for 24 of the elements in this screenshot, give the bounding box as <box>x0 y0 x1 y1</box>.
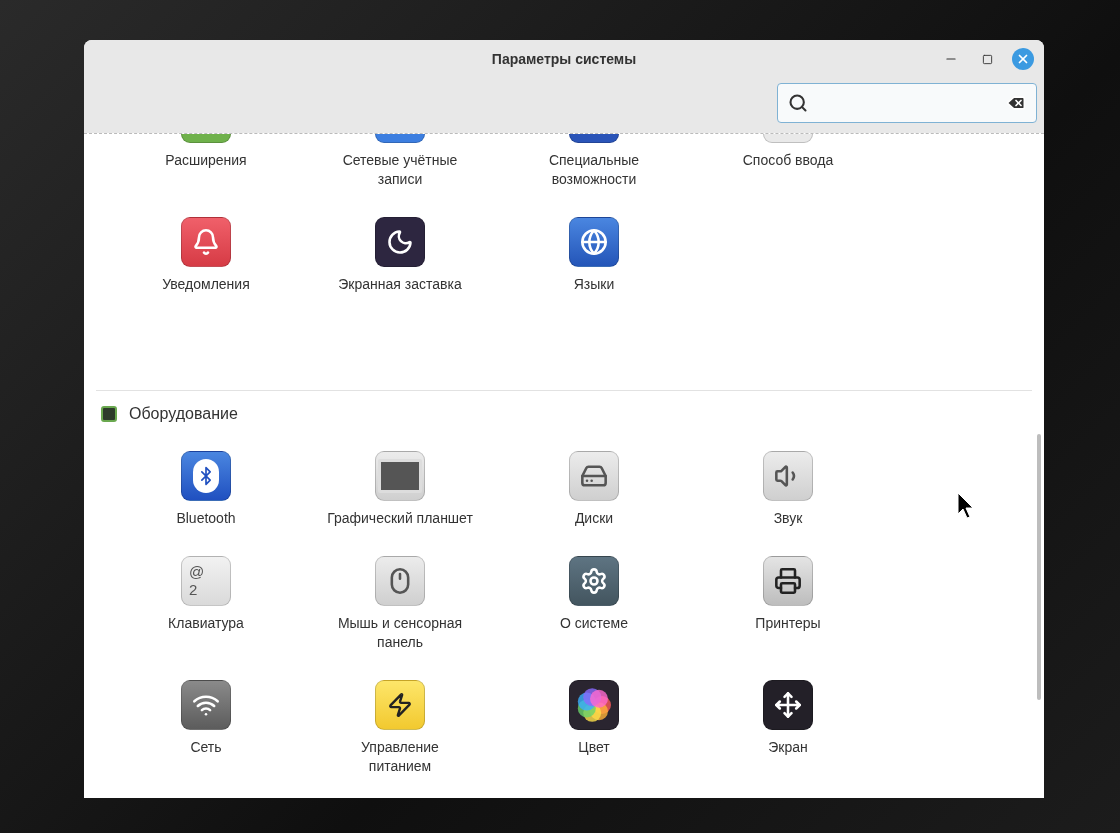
settings-item-label[interactable]: Цвет <box>519 738 669 757</box>
section-heading: Оборудование <box>129 405 238 423</box>
settings-item-label[interactable]: Экран <box>713 738 863 757</box>
settings-item-label[interactable]: О системе <box>519 614 669 633</box>
settings-item-label[interactable]: Звук <box>713 509 863 528</box>
settings-item-label[interactable]: Диски <box>519 509 669 528</box>
settings-item-label[interactable]: Расширения <box>131 151 281 170</box>
settings-item-label[interactable]: Принтеры <box>713 614 863 633</box>
keyboard-key-icon[interactable]: @ 2 <box>181 556 231 606</box>
settings-item-label[interactable]: Сеть <box>131 738 281 757</box>
settings-item-label[interactable]: Экранная заставка <box>325 275 475 294</box>
settings-item-label[interactable]: Клавиатура <box>131 614 281 633</box>
settings-item-label[interactable]: Сетевые учётные записи <box>325 151 475 189</box>
settings-item-label[interactable]: Bluetooth <box>131 509 281 528</box>
key-glyph: @ <box>189 563 205 581</box>
settings-item-label[interactable]: Уведомления <box>131 275 281 294</box>
window-title: Параметры системы <box>491 51 637 67</box>
settings-item-label[interactable]: Специальные возможности <box>519 151 669 189</box>
settings-item-label[interactable]: Мышь и сенсорная панель <box>325 614 475 652</box>
settings-item-label[interactable]: Способ ввода <box>713 151 863 170</box>
settings-item-label[interactable]: Графический планшет <box>325 509 475 528</box>
settings-item-label[interactable]: Языки <box>519 275 669 294</box>
key-glyph: 2 <box>189 581 198 599</box>
settings-item-label[interactable]: Управление питанием <box>325 738 475 776</box>
